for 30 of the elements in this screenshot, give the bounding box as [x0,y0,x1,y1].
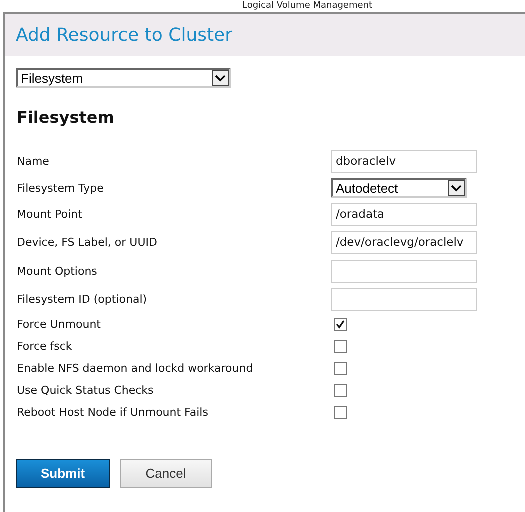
field-label: Name [16,154,50,168]
field-label: Filesystem Type [16,182,105,194]
text-field[interactable]: dboraclelv [331,150,477,172]
checkbox-label: Enable NFS daemon and lockd workaround [16,362,254,374]
checkbox[interactable] [334,362,347,374]
cancel-button[interactable]: Cancel [120,459,212,488]
field-label: Filesystem ID (optional) [16,292,148,306]
checkbox-label: Force fsck [16,340,74,352]
resource-type-dropdown[interactable]: Filesystem [16,68,231,88]
dialog-title: Add Resource to Cluster [16,24,233,46]
background-title: Logical Volume Management [242,1,373,12]
caret-icon [212,70,229,86]
checkbox[interactable] [334,406,347,418]
caret-icon [448,180,465,196]
checkbox[interactable] [334,318,347,330]
text-field[interactable]: /dev/oraclevg/oraclelv [331,230,477,254]
type-dropdown[interactable]: Autodetect [331,178,467,198]
text-field[interactable] [331,260,477,282]
checkbox-label: Force Unmount [16,318,102,330]
section-title: Filesystem [17,108,116,127]
field-label: Mount Point [16,208,84,220]
submit-button[interactable]: Submit [16,459,110,488]
checkbox[interactable] [334,384,347,396]
field-label: Device, FS Label, or UUID [16,236,158,248]
text-field[interactable] [331,288,477,310]
checkbox[interactable] [334,340,347,352]
checkbox-label: Reboot Host Node if Unmount Fails [16,406,210,418]
checkbox-label: Use Quick Status Checks [16,384,155,396]
text-field[interactable]: /oradata [331,202,477,226]
field-label: Mount Options [16,264,98,278]
